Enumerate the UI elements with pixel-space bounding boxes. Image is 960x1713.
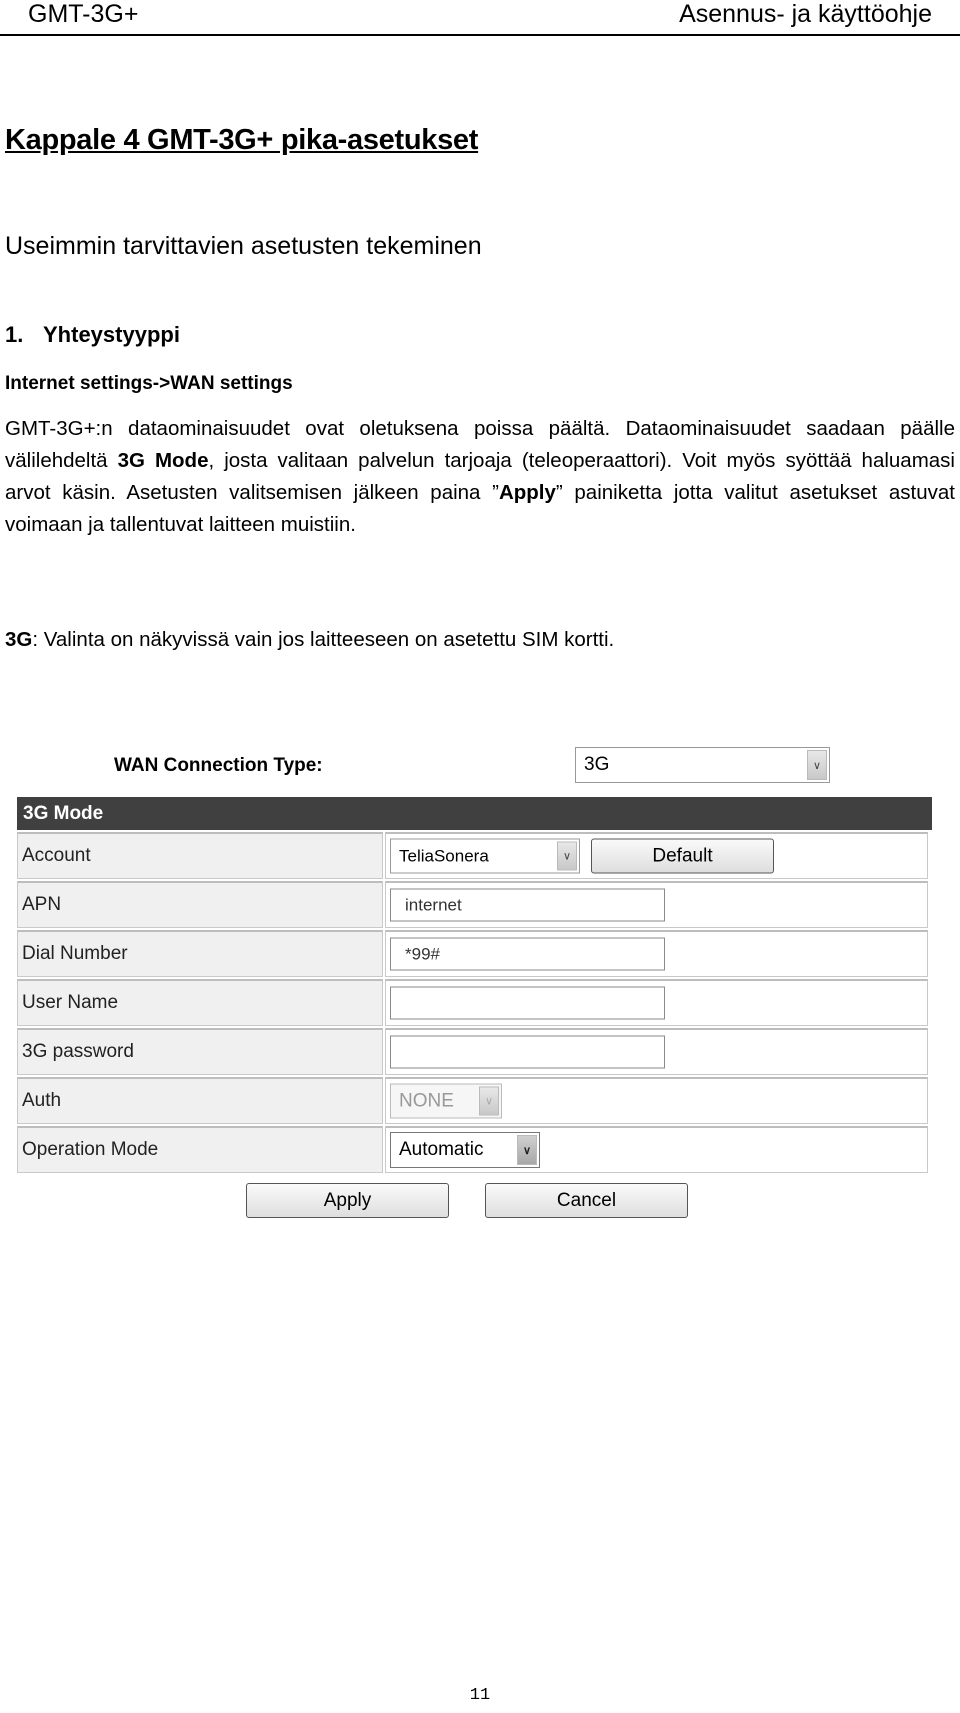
body-paragraph: GMT-3G+:n dataominaisuudet ovat oletukse… (5, 413, 955, 541)
default-button[interactable]: Default (591, 838, 774, 874)
form-actions: Apply Cancel (17, 1175, 932, 1225)
wan-connection-type-label: WAN Connection Type: (114, 755, 323, 776)
note: 3G: Valinta on näkyvissä vain jos laitte… (5, 628, 614, 652)
chevron-down-icon[interactable]: ∨ (807, 750, 827, 780)
router-settings-screenshot: WAN Connection Type: 3G ∨ 3G Mode Accoun… (17, 745, 932, 1225)
account-label: Account (17, 832, 383, 879)
header-product-name: GMT-3G+ (28, 0, 139, 28)
chevron-down-icon: ∨ (479, 1086, 499, 1116)
user-name-input[interactable] (390, 986, 665, 1020)
subtitle: Useimmin tarvittavien asetusten tekemine… (5, 232, 482, 260)
paragraph-bold-apply: Apply (498, 481, 556, 504)
page-header: GMT-3G+ Asennus- ja käyttöohje (0, 0, 960, 36)
chevron-down-icon[interactable]: ∨ (517, 1135, 537, 1165)
apn-input[interactable]: internet (390, 888, 665, 922)
note-text: : Valinta on näkyvissä vain jos laittees… (32, 628, 615, 651)
section-number: 1. (5, 322, 24, 347)
auth-select-disabled: NONE ∨ (390, 1083, 502, 1119)
apply-button[interactable]: Apply (246, 1183, 449, 1218)
wan-connection-type-row: WAN Connection Type: 3G ∨ (17, 745, 932, 789)
chevron-down-icon[interactable]: ∨ (557, 841, 577, 871)
wan-connection-type-select[interactable]: 3G ∨ (575, 747, 830, 783)
form-row-auth: Auth NONE ∨ (17, 1077, 928, 1124)
3g-mode-header: 3G Mode (17, 797, 932, 830)
operation-mode-label: Operation Mode (17, 1126, 383, 1173)
form-row-3g-password: 3G password (17, 1028, 928, 1075)
operation-mode-value: Automatic (399, 1139, 484, 1160)
account-select[interactable]: TeliaSonera ∨ (390, 838, 580, 874)
wan-connection-type-value: 3G (584, 754, 610, 775)
account-value: TeliaSonera (399, 846, 489, 865)
form-row-dial-number: Dial Number *99# (17, 930, 928, 977)
user-name-label: User Name (17, 979, 383, 1026)
form-row-apn: APN internet (17, 881, 928, 928)
form-row-operation-mode: Operation Mode Automatic ∨ (17, 1126, 928, 1173)
auth-value: NONE (399, 1090, 454, 1111)
section-heading: 1. Yhteystyyppi (5, 322, 180, 348)
page-number: 11 (469, 1686, 491, 1705)
form-row-user-name: User Name (17, 979, 928, 1026)
apn-label: APN (17, 881, 383, 928)
dial-number-input[interactable]: *99# (390, 937, 665, 971)
settings-path: Internet settings->WAN settings (5, 373, 293, 394)
3g-password-label: 3G password (17, 1028, 383, 1075)
section-title: Yhteystyyppi (43, 322, 180, 347)
form-row-account: Account TeliaSonera ∨ Default (17, 832, 928, 879)
header-document-title: Asennus- ja käyttöohje (679, 0, 932, 28)
note-bold-label: 3G (5, 628, 33, 651)
operation-mode-select[interactable]: Automatic ∨ (390, 1132, 540, 1168)
3g-password-input[interactable] (390, 1035, 665, 1069)
dial-number-label: Dial Number (17, 930, 383, 977)
chapter-title: Kappale 4 GMT-3G+ pika-asetukset (5, 124, 479, 156)
3g-mode-form: Account TeliaSonera ∨ Default APN intern… (15, 830, 930, 1175)
auth-label: Auth (17, 1077, 383, 1124)
paragraph-bold-3g-mode: 3G Mode (117, 449, 209, 472)
cancel-button[interactable]: Cancel (485, 1183, 688, 1218)
